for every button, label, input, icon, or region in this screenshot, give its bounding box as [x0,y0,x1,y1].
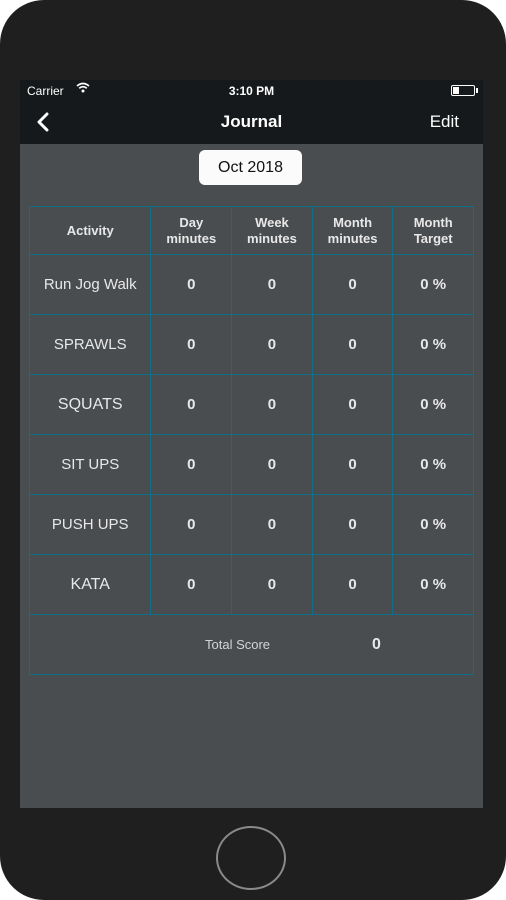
total-row: Total Score 0 [29,614,474,675]
month-target-cell: 0 % [392,374,474,435]
week-minutes-cell: 0 [231,314,313,375]
day-minutes-cell: 0 [150,554,233,615]
battery-icon [451,85,478,96]
month-minutes-cell: 0 [311,254,394,315]
status-time: 3:10 PM [228,84,275,98]
activity-name: Run Jog Walk [28,254,152,315]
activity-name: KATA [28,554,152,615]
week-minutes-cell: 0 [231,434,313,495]
week-minutes-cell: 0 [231,254,313,315]
month-minutes-cell: 0 [311,374,394,435]
month-target-cell: 0 % [392,254,474,315]
page-title: Journal [220,112,283,131]
week-minutes-cell: 0 [231,554,313,615]
day-minutes-cell: 0 [150,254,233,315]
activity-name: SQUATS [28,374,152,435]
month-target-cell: 0 % [392,314,474,375]
month-selector-button[interactable]: Oct 2018 [199,150,302,185]
week-minutes-cell: 0 [231,374,313,435]
week-minutes-cell: 0 [231,494,313,555]
month-target-cell: 0 % [392,494,474,555]
header-month-target: Month Target [392,206,474,255]
table-row[interactable]: PUSH UPS 0 0 0 0 % [28,494,474,555]
table-row[interactable]: Run Jog Walk 0 0 0 0 % [28,254,474,315]
total-score-label: Total Score [205,637,271,652]
header-day-minutes: Day minutes [150,206,233,255]
activity-name: PUSH UPS [28,494,152,555]
day-minutes-cell: 0 [150,314,233,375]
month-target-cell: 0 % [392,434,474,495]
header-week-minutes: Week minutes [231,206,313,255]
phone-frame: Carrier 3:10 PM Journal Edit Oct 2018 Ac… [0,0,506,900]
table-row[interactable]: SQUATS 0 0 0 0 % [28,374,474,435]
total-score-value: 0 [372,636,381,653]
home-button[interactable] [216,826,286,890]
day-minutes-cell: 0 [150,374,233,435]
header-month-minutes: Month minutes [311,206,394,255]
table-row[interactable]: SIT UPS 0 0 0 0 % [28,434,474,495]
nav-bar: Journal Edit [20,100,483,144]
app-screen: Carrier 3:10 PM Journal Edit Oct 2018 Ac… [20,80,483,808]
month-minutes-cell: 0 [311,554,394,615]
activity-name: SPRAWLS [28,314,152,375]
month-target-cell: 0 % [392,554,474,615]
month-minutes-cell: 0 [311,494,394,555]
month-minutes-cell: 0 [311,314,394,375]
status-bar: Carrier 3:10 PM [20,80,483,100]
day-minutes-cell: 0 [150,434,233,495]
activity-name: SIT UPS [28,434,152,495]
table-row[interactable]: KATA 0 0 0 0 % [28,554,474,615]
header-activity: Activity [28,206,152,255]
activity-table: Activity Day minutes Week minutes Month min… [28,206,474,675]
month-minutes-cell: 0 [311,434,394,495]
table-row[interactable]: SPRAWLS 0 0 0 0 % [28,314,474,375]
edit-button[interactable]: Edit [430,112,459,132]
day-minutes-cell: 0 [150,494,233,555]
table-header-row: Activity Day minutes Week minutes Month min… [28,206,474,255]
